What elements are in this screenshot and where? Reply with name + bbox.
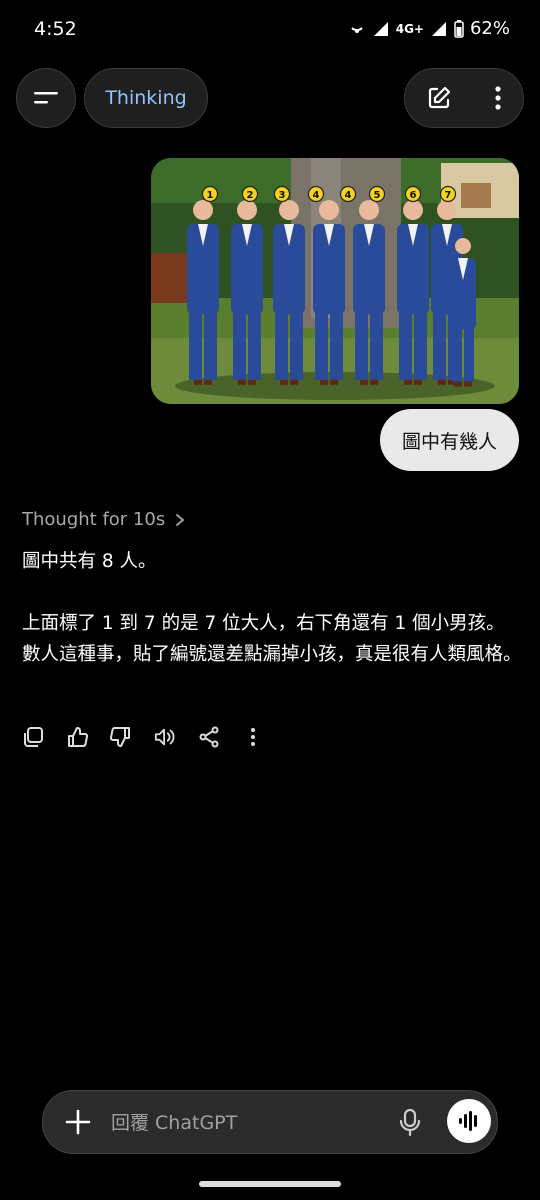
badge-label: 6: [410, 190, 417, 201]
new-chat-icon[interactable]: [426, 85, 452, 111]
voice-waveform-icon: [459, 1111, 477, 1131]
composer: [42, 1090, 498, 1154]
badge-label: 4: [313, 190, 320, 201]
badge-label: 3: [279, 190, 286, 201]
menu-icon: [34, 92, 58, 104]
header-actions: [404, 68, 524, 128]
thumbs-down-icon[interactable]: [110, 724, 132, 750]
status-time: 4:52: [34, 18, 77, 40]
top-bar: Thinking: [0, 68, 540, 128]
home-indicator[interactable]: [199, 1181, 341, 1187]
chevron-right-icon: [176, 513, 185, 526]
signal-icon: [373, 21, 388, 36]
badge-label: 5: [374, 190, 381, 201]
model-label: Thinking: [105, 87, 187, 109]
microphone-icon[interactable]: [395, 1107, 425, 1137]
number-badge: 6: [404, 185, 422, 203]
number-badge: 4: [307, 185, 325, 203]
status-bar: 4:52 4G+ 62%: [0, 0, 540, 60]
badge-label: 2: [247, 190, 254, 201]
more-actions-icon[interactable]: [242, 724, 264, 750]
number-badge: 4: [339, 185, 357, 203]
share-icon[interactable]: [198, 724, 220, 750]
message-actions: [22, 724, 264, 750]
network-type: 4G+: [395, 21, 424, 36]
badge-label: 1: [207, 190, 214, 201]
number-badge: 2: [241, 185, 259, 203]
answer-paragraph: 圖中共有 8 人。: [22, 551, 157, 572]
badge-label: 4: [345, 190, 352, 201]
status-icons: 4G+ 62%: [348, 18, 510, 39]
model-selector[interactable]: Thinking: [84, 68, 208, 128]
read-aloud-icon[interactable]: [154, 724, 176, 750]
number-badge: 7: [439, 185, 457, 203]
thought-label: Thought for 10s: [22, 509, 166, 530]
signal-icon-2: [431, 21, 446, 36]
thought-summary[interactable]: Thought for 10s: [22, 509, 185, 530]
hotspot-icon: [351, 26, 363, 33]
number-badge: 5: [368, 185, 386, 203]
battery-icon: [454, 19, 464, 38]
thumbs-up-icon[interactable]: [66, 724, 88, 750]
voice-mode-button[interactable]: [447, 1099, 491, 1143]
assistant-message: 圖中共有 8 人。 上面標了 1 到 7 的是 7 位大人，右下角還有 1 個小…: [22, 546, 522, 701]
number-badge: 1: [201, 185, 219, 203]
more-options-icon[interactable]: [494, 85, 502, 111]
user-message-bubble: 圖中有幾人: [379, 409, 519, 471]
message-input[interactable]: [109, 1105, 383, 1141]
menu-button[interactable]: [16, 68, 76, 128]
plus-icon[interactable]: [61, 1105, 95, 1139]
battery-level: 62%: [469, 18, 510, 39]
copy-icon[interactable]: [22, 724, 44, 750]
answer-paragraph: 上面標了 1 到 7 的是 7 位大人，右下角還有 1 個小男孩。數人這種事，貼…: [22, 613, 522, 665]
number-badge: 3: [273, 185, 291, 203]
user-message-text: 圖中有幾人: [401, 430, 497, 453]
badge-label: 7: [445, 190, 452, 201]
attached-photo[interactable]: 1 2 3 4 4 5 6 7: [151, 158, 519, 404]
